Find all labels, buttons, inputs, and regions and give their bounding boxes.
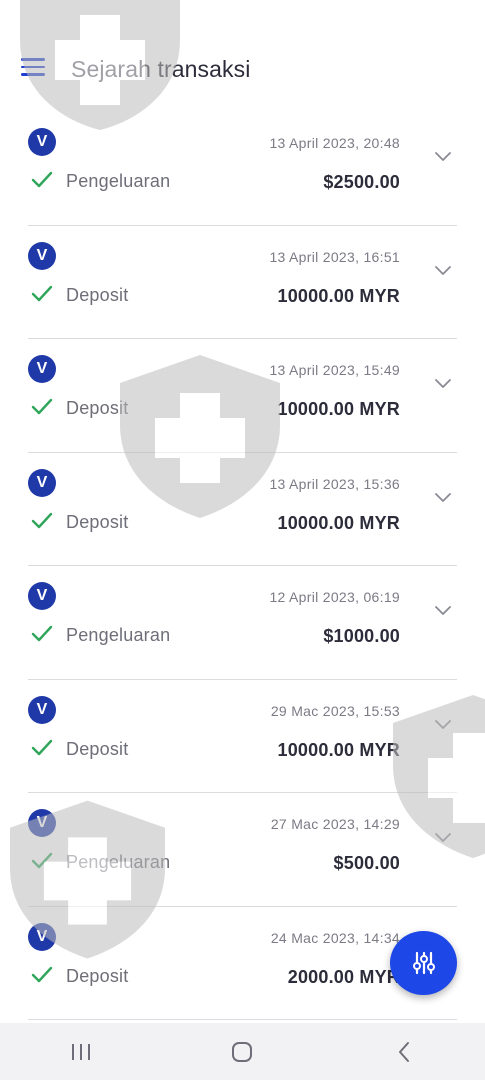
transaction-type: Deposit <box>66 398 129 418</box>
transaction-type: Deposit <box>66 738 129 759</box>
transaction-amount: 10000.00 MYR <box>277 512 400 533</box>
check-icon <box>31 512 53 528</box>
recent-apps-icon[interactable] <box>51 1032 111 1072</box>
transaction-type: Deposit <box>66 284 129 305</box>
home-icon[interactable] <box>212 1032 272 1072</box>
transaction-datetime: 29 Mac 2023, 15:53 <box>270 702 400 719</box>
chevron-down-icon[interactable] <box>435 379 451 389</box>
transaction-datetime: 13 April 2023, 16:51 <box>269 248 400 265</box>
wallet-badge-icon: V <box>28 241 56 270</box>
transaction-datetime: 12 April 2023, 06:19 <box>269 589 400 605</box>
hamburger-menu-icon[interactable] <box>21 58 45 76</box>
transaction-datetime: 13 April 2023, 15:36 <box>269 475 400 492</box>
transaction-amount: $2500.00 <box>323 172 400 192</box>
transaction-type: Deposit <box>66 965 129 986</box>
transaction-amount: $500.00 <box>333 853 400 873</box>
wallet-badge-icon: V <box>28 468 56 497</box>
transaction-list: V 13 April 2023, 20:48 Pengeluaran $2500… <box>0 112 485 1020</box>
transaction-datetime: 24 Mac 2023, 14:34 <box>270 929 400 946</box>
transaction-amount: 10000.00 MYR <box>277 739 400 760</box>
chevron-down-icon[interactable] <box>435 265 451 276</box>
check-icon <box>31 171 53 188</box>
transaction-datetime: 13 April 2023, 15:49 <box>269 362 400 378</box>
transaction-row[interactable]: V 27 Mac 2023, 14:29 Pengeluaran $500.00 <box>0 793 485 907</box>
transaction-type: Pengeluaran <box>66 852 171 872</box>
back-icon[interactable] <box>374 1032 434 1072</box>
app-header: Sejarah transaksi <box>0 0 485 112</box>
check-icon <box>31 285 53 301</box>
wallet-badge-icon: V <box>28 695 56 724</box>
wallet-badge-icon: V <box>28 582 56 610</box>
check-icon <box>31 852 53 869</box>
system-navigation-bar <box>0 1023 485 1080</box>
transaction-datetime: 13 April 2023, 20:48 <box>269 135 400 151</box>
transaction-row[interactable]: V 13 April 2023, 20:48 Pengeluaran $2500… <box>0 112 485 226</box>
wallet-badge-icon: V <box>28 355 56 383</box>
chevron-down-icon[interactable] <box>435 152 451 162</box>
transaction-row[interactable]: V 12 April 2023, 06:19 Pengeluaran $1000… <box>0 566 485 680</box>
transaction-type: Pengeluaran <box>66 171 171 191</box>
page-title: Sejarah transaksi <box>71 56 251 82</box>
transaction-amount: 10000.00 MYR <box>277 285 400 306</box>
transaction-row[interactable]: V 13 April 2023, 15:49 Deposit 10000.00 … <box>0 339 485 453</box>
filter-button[interactable] <box>390 931 457 995</box>
transaction-row[interactable]: V 29 Mac 2023, 15:53 Deposit 10000.00 MY… <box>0 680 485 793</box>
transaction-amount: 2000.00 MYR <box>287 966 400 987</box>
wallet-badge-icon: V <box>28 128 56 156</box>
transaction-row[interactable]: V 13 April 2023, 16:51 Deposit 10000.00 … <box>0 226 485 339</box>
transaction-amount: 10000.00 MYR <box>277 399 400 419</box>
chevron-down-icon[interactable] <box>435 719 451 730</box>
wallet-badge-icon: V <box>28 922 56 951</box>
check-icon <box>31 398 53 415</box>
check-icon <box>31 739 53 755</box>
transaction-type: Deposit <box>66 511 129 532</box>
transaction-amount: $1000.00 <box>323 626 400 646</box>
chevron-down-icon[interactable] <box>435 833 451 843</box>
check-icon <box>31 625 53 642</box>
check-icon <box>31 966 53 982</box>
filter-sliders-icon <box>412 951 435 975</box>
transaction-row[interactable]: V 13 April 2023, 15:36 Deposit 10000.00 … <box>0 453 485 566</box>
chevron-down-icon[interactable] <box>435 606 451 616</box>
chevron-down-icon[interactable] <box>435 492 451 503</box>
transaction-type: Pengeluaran <box>66 625 171 645</box>
transaction-datetime: 27 Mac 2023, 14:29 <box>270 816 400 832</box>
divider <box>28 1019 457 1020</box>
wallet-badge-icon: V <box>28 809 56 837</box>
